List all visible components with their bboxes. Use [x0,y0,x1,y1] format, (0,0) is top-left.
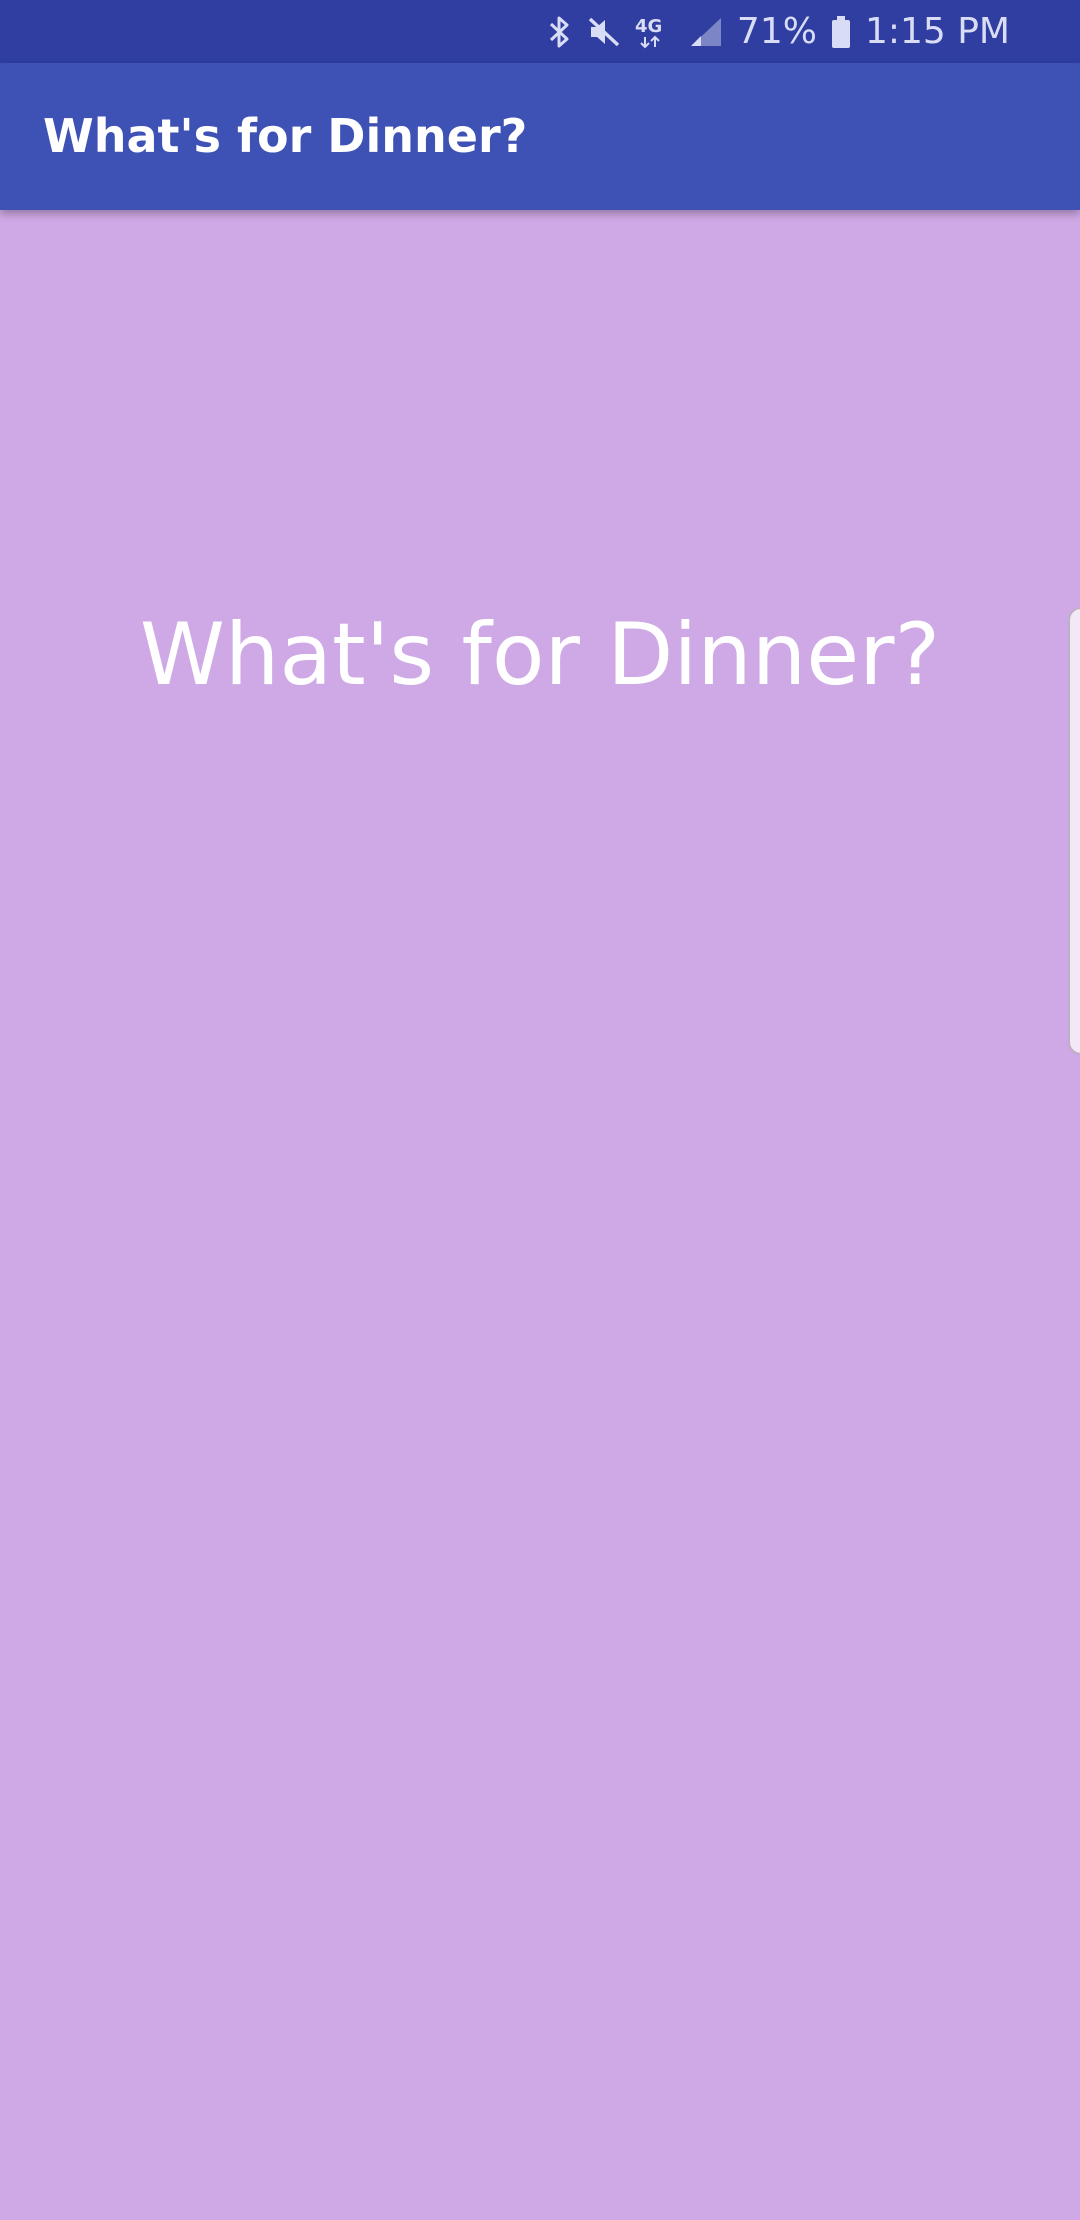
status-icons: 4G 71% 1:15 PM [533,0,1010,63]
edge-panel-handle[interactable] [1068,607,1080,1055]
dinner-heading: What's for Dinner? [139,605,941,705]
bluetooth-icon [547,15,573,49]
battery-icon [831,15,851,49]
main-content: What's for Dinner? [0,210,1080,2220]
clock: 1:15 PM [864,11,1010,52]
battery-percent: 71% [736,11,817,52]
mute-icon [587,15,621,49]
app-title: What's for Dinner? [43,109,528,163]
app-bar: What's for Dinner? [0,63,1080,210]
status-bar: 4G 71% 1:15 PM [0,0,1080,63]
network-4g-icon: 4G [635,15,675,49]
signal-icon [689,16,723,48]
network-label: 4G [635,16,662,37]
